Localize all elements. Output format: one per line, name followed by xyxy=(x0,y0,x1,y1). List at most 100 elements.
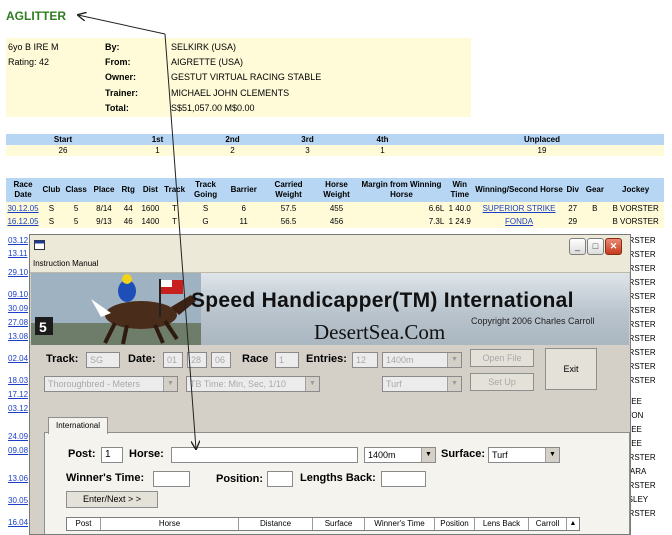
stat-value-4th: 1 xyxy=(345,145,420,156)
chevron-down-icon: ▼ xyxy=(305,377,319,391)
minimize-button[interactable]: _ xyxy=(569,238,586,255)
grid-col-surface[interactable]: Surface xyxy=(313,518,365,530)
date-year-field[interactable]: 06 xyxy=(211,352,231,368)
horse-description: 6yo B IRE M xyxy=(8,42,59,52)
tab-international[interactable]: International xyxy=(48,417,108,434)
race-date-link[interactable]: 03.12 xyxy=(8,234,28,247)
speed-handicapper-window: _ □ ✕ Instruction Manual 5 Speed Handica… xyxy=(29,234,631,535)
race-date-link[interactable]: 13.08 xyxy=(8,330,28,343)
lengths-back-input[interactable] xyxy=(381,471,426,487)
race-date-link[interactable]: 09.08 xyxy=(8,444,28,457)
position-input[interactable] xyxy=(267,471,293,487)
chevron-down-icon: ▼ xyxy=(447,353,461,367)
menu-bar: Instruction Manual xyxy=(30,257,630,273)
table-cell: 29 xyxy=(562,215,583,228)
menu-instruction-manual[interactable]: Instruction Manual xyxy=(33,259,98,268)
winning-horse-link[interactable]: SUPERIOR STRIKE xyxy=(483,204,556,213)
dam-label: From: xyxy=(105,57,131,67)
grid-col-distance[interactable]: Distance xyxy=(239,518,313,530)
maximize-button[interactable]: □ xyxy=(587,238,604,255)
table-cell: 27 xyxy=(562,202,583,215)
grid-col-carroll[interactable]: Carroll xyxy=(529,518,567,530)
race-date-link[interactable]: 30.05 xyxy=(8,494,28,507)
table-cell: S xyxy=(40,202,63,215)
grid-col-position[interactable]: Position xyxy=(435,518,475,530)
time-format-select[interactable]: TB Time: Min, Sec, 1/10 ▼ xyxy=(186,376,320,392)
col-winning-horse: Winning/Second Horse xyxy=(475,178,563,202)
date-day-field[interactable]: 01 xyxy=(163,352,183,368)
grid-col-winners-time[interactable]: Winner's Time xyxy=(365,518,435,530)
table-cell: 46 xyxy=(118,215,138,228)
horse-rating: Rating: 42 xyxy=(8,57,50,67)
lengths-back-label: Lengths Back: xyxy=(300,472,376,484)
race-date-link[interactable]: 13.06 xyxy=(8,472,28,485)
race-date-link[interactable]: 18.03 xyxy=(8,374,28,387)
post-input[interactable]: 1 xyxy=(101,447,123,463)
table-cell: T xyxy=(162,215,187,228)
race-date-link[interactable]: 13.11 xyxy=(8,247,27,260)
grid-col-horse[interactable]: Horse xyxy=(101,518,239,530)
entry-distance-select[interactable]: 1400m ▼ xyxy=(364,447,436,463)
date-month-field[interactable]: 28 xyxy=(187,352,207,368)
table-cell: B VORSTER xyxy=(607,215,664,228)
col-track: Track xyxy=(162,178,187,202)
table-cell: 7.3L xyxy=(358,215,445,228)
entries-field[interactable]: 12 xyxy=(352,352,378,368)
race-date-link[interactable]: 02.04 xyxy=(8,352,28,365)
table-cell: 456 xyxy=(314,215,359,228)
set-up-button[interactable]: Set Up xyxy=(470,373,534,391)
app-banner: 5 Speed Handicapper(TM) International Co… xyxy=(31,273,629,345)
entries-grid-header: Post Horse Distance Surface Winner's Tim… xyxy=(66,517,580,531)
table-cell: G xyxy=(186,215,225,228)
race-date-link[interactable]: 29.10 xyxy=(8,266,28,279)
chevron-down-icon: ▼ xyxy=(163,377,177,391)
window-titlebar[interactable]: _ □ ✕ xyxy=(30,235,630,258)
race-date-link[interactable]: 16.04 xyxy=(8,516,28,529)
horse-input[interactable] xyxy=(171,447,358,463)
table-cell: T xyxy=(162,202,187,215)
col-class: Class xyxy=(62,178,90,202)
breed-units-select[interactable]: Thoroughbred - Meters ▼ xyxy=(44,376,178,392)
race-surface-select[interactable]: Turf ▼ xyxy=(382,376,462,392)
race-date-link[interactable]: 30.12.05 xyxy=(7,204,38,213)
table-cell: 56.5 xyxy=(262,215,315,228)
col-div: Div xyxy=(562,178,583,202)
close-button[interactable]: ✕ xyxy=(605,238,622,255)
date-label: Date: xyxy=(128,353,156,365)
sire-label: By: xyxy=(105,42,120,52)
grid-col-post[interactable]: Post xyxy=(67,518,101,530)
table-cell: S xyxy=(186,202,225,215)
app-icon xyxy=(34,240,45,250)
table-cell: 57.5 xyxy=(262,202,315,215)
col-margin: Margin from Winning Horse xyxy=(358,178,445,202)
post-label: Post: xyxy=(68,448,96,460)
race-field[interactable]: 1 xyxy=(275,352,299,368)
table-cell: 8/14 xyxy=(89,202,119,215)
grid-col-lens-back[interactable]: Lens Back xyxy=(475,518,529,530)
scroll-up-icon[interactable]: ▲ xyxy=(567,518,579,530)
entry-surface-select[interactable]: Turf ▼ xyxy=(488,447,560,463)
stat-header-2nd: 2nd xyxy=(195,134,270,145)
enter-next-button[interactable]: Enter/Next > > xyxy=(66,491,158,508)
winning-horse-link[interactable]: FONDA xyxy=(505,217,533,226)
banner-copyright: Copyright 2006 Charles Carroll xyxy=(471,316,595,326)
race-date-link[interactable]: 09.10 xyxy=(8,288,28,301)
col-rtg: Rtg xyxy=(118,178,138,202)
table-cell: 5 xyxy=(62,202,90,215)
race-date-link[interactable]: 30.09 xyxy=(8,302,28,315)
race-date-link[interactable]: 24.09 xyxy=(8,430,28,443)
exit-button[interactable]: Exit xyxy=(545,348,597,390)
entry-distance-value: 1400m xyxy=(368,450,396,460)
race-date-link[interactable]: 17.12 xyxy=(8,388,28,401)
race-date-link[interactable]: 27.08 xyxy=(8,316,28,329)
race-date-link[interactable]: 16.12.05 xyxy=(7,217,38,226)
winners-time-input[interactable] xyxy=(153,471,190,487)
track-field[interactable]: SG xyxy=(86,352,120,368)
stat-header-4th: 4th xyxy=(345,134,420,145)
horse-name-title: AGLITTER xyxy=(6,9,66,23)
col-horse-weight: Horse Weight xyxy=(314,178,359,202)
race-distance-select[interactable]: 1400m ▼ xyxy=(382,352,462,368)
open-file-button[interactable]: Open File xyxy=(470,349,534,367)
race-date-link[interactable]: 03.12 xyxy=(8,402,28,415)
owner-label: Owner: xyxy=(105,72,137,82)
